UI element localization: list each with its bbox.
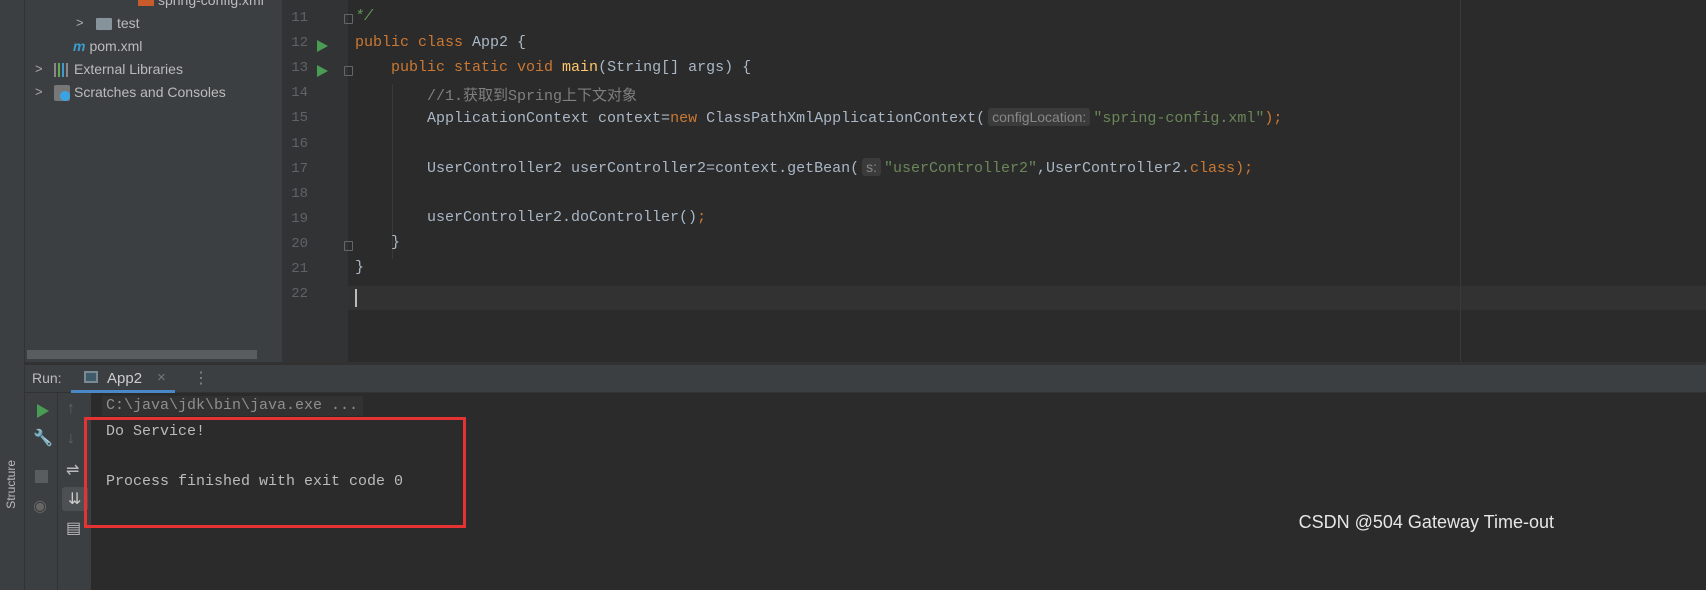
text-cursor	[355, 289, 357, 307]
watermark: CSDN @504 Gateway Time-out	[1298, 512, 1554, 532]
editor-gutter	[282, 0, 348, 362]
run-toolbar: 🔧 ◉	[25, 393, 58, 590]
code-line-21[interactable]: }	[355, 259, 364, 284]
fold-icon[interactable]	[344, 14, 353, 24]
tree-item-external-libraries[interactable]: External Libraries	[54, 58, 183, 81]
right-margin-guide	[1460, 0, 1461, 362]
xml-file-icon	[138, 0, 154, 6]
scroll-to-end-icon: ⇊	[68, 491, 82, 508]
parameter-hint: configLocation:	[988, 108, 1091, 126]
line-number: 14	[291, 85, 308, 102]
code-line-19[interactable]: userController2.doController();	[355, 209, 706, 234]
more-options-icon[interactable]: ⋮	[193, 368, 209, 388]
scratches-icon	[54, 85, 70, 102]
project-panel	[25, 0, 282, 362]
libraries-icon	[54, 63, 70, 78]
line-number: 17	[291, 160, 308, 177]
structure-tab[interactable]: Structure	[4, 460, 18, 509]
line-number: 21	[291, 261, 308, 277]
code-line-17[interactable]: UserController2 userController2=context.…	[355, 158, 1253, 184]
highlight-box	[84, 417, 466, 528]
console-icon	[84, 371, 98, 383]
code-line-11[interactable]: */	[355, 8, 373, 33]
code-line-14[interactable]: //1.获取到Spring上下文对象	[355, 84, 637, 109]
tree-item-test[interactable]: test	[96, 12, 140, 35]
chevron-right-icon[interactable]: >	[35, 84, 43, 99]
code-line-20[interactable]: }	[355, 234, 400, 259]
current-line-highlight	[348, 286, 1706, 310]
line-number: 15	[291, 110, 308, 127]
print-icon[interactable]: ▤	[66, 518, 81, 538]
code-line-13[interactable]: public static void main(String[] args) {	[355, 59, 751, 84]
tree-item-spring-config[interactable]: spring-config.xml	[138, 0, 264, 12]
stop-icon[interactable]	[35, 470, 48, 483]
wrench-icon[interactable]: 🔧	[33, 428, 53, 448]
line-number: 13	[291, 60, 308, 77]
chevron-right-icon[interactable]: >	[76, 15, 84, 30]
line-number: 20	[291, 235, 308, 252]
tab-app2[interactable]: App2 ×	[71, 365, 175, 393]
run-panel-header: Run: App2 × ⋮	[25, 365, 1706, 393]
tree-item-pom[interactable]: m pom.xml	[73, 35, 142, 58]
run-icon[interactable]	[317, 65, 328, 77]
line-number: 12	[291, 35, 308, 52]
parameter-hint: s:	[862, 158, 881, 176]
chevron-right-icon[interactable]: >	[35, 61, 43, 76]
maven-icon: m	[73, 38, 86, 54]
arrow-down-icon[interactable]: ↓	[67, 430, 75, 448]
arrow-up-icon[interactable]: ↑	[67, 400, 75, 418]
line-number: 16	[291, 135, 308, 152]
close-icon[interactable]: ×	[157, 369, 166, 386]
run-icon[interactable]	[317, 40, 328, 52]
line-number: 11	[291, 10, 308, 26]
line-number: 22	[291, 286, 308, 303]
folder-icon	[96, 18, 112, 31]
horizontal-scrollbar[interactable]	[27, 350, 257, 359]
soft-wrap-icon[interactable]: ⇌	[66, 460, 79, 480]
run-label: Run:	[32, 370, 62, 386]
camera-icon[interactable]: ◉	[33, 496, 47, 516]
rerun-icon[interactable]	[37, 404, 49, 418]
line-number: 18	[291, 185, 308, 202]
left-tool-strip: Structure	[0, 0, 25, 590]
console-line: C:\java\jdk\bin\java.exe ...	[106, 397, 359, 414]
code-line-15[interactable]: ApplicationContext context=new ClassPath…	[355, 108, 1282, 134]
tree-item-scratches[interactable]: Scratches and Consoles	[54, 81, 226, 104]
line-number: 19	[291, 210, 308, 227]
fold-icon[interactable]	[344, 66, 353, 76]
code-line-12[interactable]: public class App2 {	[355, 34, 526, 59]
fold-icon[interactable]	[344, 241, 353, 251]
